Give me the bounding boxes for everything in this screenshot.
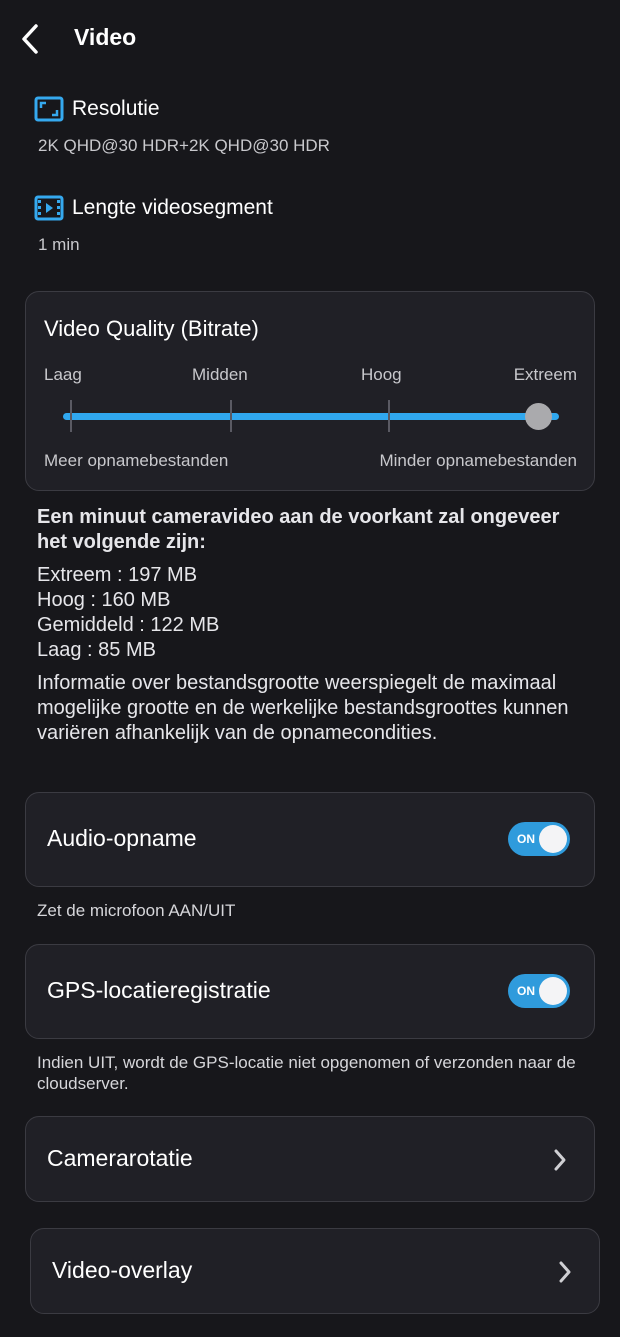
audio-recording-toggle[interactable]: ON bbox=[508, 822, 570, 856]
info-line-high: Hoog : 160 MB bbox=[37, 589, 171, 611]
resolution-setting[interactable]: Resolutie 2K QHD@30 HDR+2K QHD@30 HDR bbox=[34, 96, 330, 156]
level-extreme-label: Extreem bbox=[513, 365, 577, 384]
segment-length-label: Lengte videosegment bbox=[72, 196, 273, 219]
chevron-right-icon bbox=[559, 1261, 571, 1283]
video-quality-card: Video Quality (Bitrate) Laag Midden Hoog… bbox=[25, 291, 595, 491]
info-line-extreme: Extreem : 197 MB bbox=[37, 564, 198, 586]
audio-recording-label: Audio-opname bbox=[47, 825, 197, 851]
toggle-knob bbox=[539, 825, 567, 853]
resolution-value: 2K QHD@30 HDR+2K QHD@30 HDR bbox=[38, 136, 330, 155]
slider-tick bbox=[230, 400, 232, 432]
bitrate-slider-track[interactable] bbox=[63, 413, 559, 420]
gps-logging-toggle[interactable]: ON bbox=[508, 974, 570, 1008]
video-overlay-item[interactable]: Video-overlay bbox=[30, 1228, 600, 1314]
segment-length-setting[interactable]: Lengte videosegment 1 min bbox=[34, 195, 273, 255]
level-low-label: Laag bbox=[44, 365, 82, 384]
toggle-state-text: ON bbox=[517, 832, 535, 846]
camera-rotation-label: Camerarotatie bbox=[47, 1145, 193, 1171]
resolution-icon bbox=[34, 96, 64, 122]
video-quality-title: Video Quality (Bitrate) bbox=[44, 316, 259, 341]
info-heading: Een minuut cameravideo aan de voorkant z… bbox=[37, 506, 560, 553]
chevron-right-icon bbox=[554, 1149, 566, 1171]
toggle-state-text: ON bbox=[517, 984, 535, 998]
resolution-label: Resolutie bbox=[72, 97, 160, 120]
bitrate-slider-thumb[interactable] bbox=[525, 403, 552, 430]
back-arrow-icon bbox=[22, 24, 38, 54]
gps-logging-label: GPS-locatieregistratie bbox=[47, 977, 271, 1003]
hint-fewer-files: Minder opnamebestanden bbox=[379, 451, 577, 470]
video-overlay-label: Video-overlay bbox=[52, 1257, 193, 1283]
info-line-low: Laag : 85 MB bbox=[37, 639, 156, 661]
back-button[interactable] bbox=[14, 20, 50, 58]
segment-length-value: 1 min bbox=[38, 235, 80, 254]
file-size-info: Een minuut cameravideo aan de voorkant z… bbox=[37, 505, 587, 746]
audio-recording-card: Audio-opname ON bbox=[25, 792, 595, 887]
audio-caption: Zet de microfoon AAN/UIT bbox=[37, 901, 236, 920]
gps-logging-card: GPS-locatieregistratie ON bbox=[25, 944, 595, 1039]
hint-more-files: Meer opnamebestanden bbox=[44, 451, 229, 470]
info-note: Informatie over bestandsgrootte weerspie… bbox=[37, 672, 569, 744]
page-title: Video bbox=[74, 24, 137, 50]
toggle-knob bbox=[539, 977, 567, 1005]
level-mid-label: Midden bbox=[192, 365, 248, 384]
slider-tick bbox=[70, 400, 72, 432]
info-line-medium: Gemiddeld : 122 MB bbox=[37, 614, 220, 636]
film-icon bbox=[34, 195, 64, 221]
gps-caption: Indien UIT, wordt de GPS-locatie niet op… bbox=[37, 1053, 576, 1093]
slider-tick bbox=[388, 400, 390, 432]
camera-rotation-item[interactable]: Camerarotatie bbox=[25, 1116, 595, 1202]
app-header: Video bbox=[0, 0, 620, 78]
level-high-label: Hoog bbox=[361, 365, 402, 384]
